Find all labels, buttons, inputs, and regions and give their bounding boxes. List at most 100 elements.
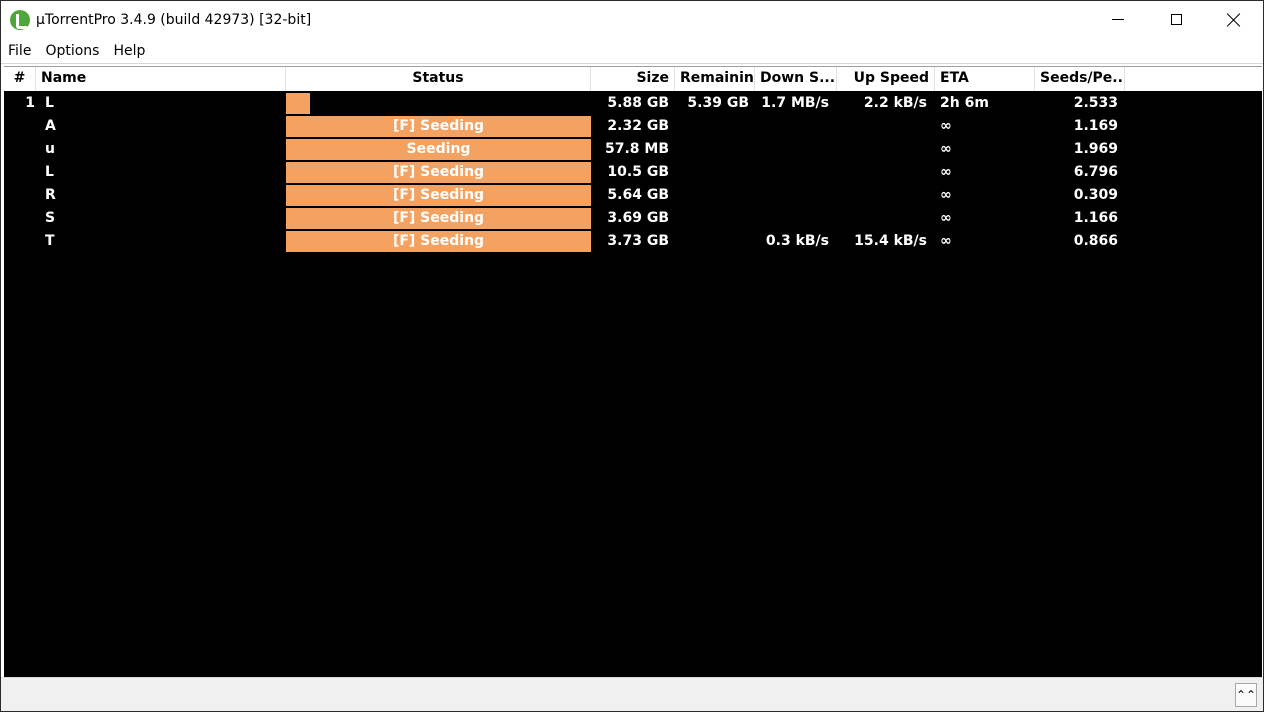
torrent-up-speed: [839, 207, 927, 230]
torrent-status: [F] Seeding: [286, 115, 591, 138]
torrent-down-speed: [757, 207, 829, 230]
torrent-size: 3.69 GB: [607, 210, 669, 226]
app-window: µTorrentPro 3.4.9 (build 42973) [32-bit]…: [0, 0, 1264, 712]
torrent-down-speed: [757, 115, 829, 138]
torrent-up-speed: 2.2 kB/s: [863, 95, 927, 111]
torrent-name: u: [45, 141, 55, 157]
row-number: [4, 230, 35, 253]
torrent-up-speed: [839, 115, 927, 138]
torrent-name: R: [45, 187, 56, 203]
window-controls: [1089, 1, 1263, 38]
column-header-down-speed[interactable]: Down S...: [755, 67, 837, 91]
torrent-status: [F] Seeding: [286, 161, 591, 184]
torrent-name: T: [45, 233, 55, 249]
torrent-down-speed: [757, 161, 829, 184]
torrent-eta: 2h 6m: [940, 95, 989, 111]
utorrent-logo-icon: [10, 9, 30, 30]
menu-help[interactable]: Help: [106, 38, 152, 64]
torrent-size: 57.8 MB: [604, 141, 669, 157]
torrent-name: A: [45, 118, 56, 134]
minimize-icon: [1112, 19, 1124, 20]
torrent-eta: ∞: [940, 118, 952, 134]
torrent-status: [286, 92, 591, 115]
torrent-seeds-peers: 0.866: [1073, 233, 1118, 249]
torrent-list[interactable]: 1 L 5.88 GB 5.39 GB 1.7 MB/s 2.2 kB/s 2h 6m 2.5…: [4, 91, 1262, 677]
double-chevron-up-icon: ⌃⌃: [1235, 688, 1257, 702]
torrent-seeds-peers: 6.796: [1073, 164, 1118, 180]
torrent-eta: ∞: [940, 141, 952, 157]
torrent-eta: ∞: [940, 210, 952, 226]
status-text: [F] Seeding: [392, 187, 485, 203]
status-text: Seeding: [406, 141, 471, 157]
close-icon: [1227, 13, 1241, 27]
row-number: 1: [25, 95, 35, 111]
column-header-name[interactable]: Name: [36, 67, 286, 91]
torrent-remaining: [677, 161, 749, 184]
torrent-name: L: [45, 95, 54, 111]
row-number: [4, 207, 35, 230]
torrent-seeds-peers: 1.169: [1073, 118, 1118, 134]
torrent-size: 2.32 GB: [607, 118, 669, 134]
torrent-seeds-peers: 1.166: [1073, 210, 1118, 226]
torrent-remaining: [677, 115, 749, 138]
torrent-status: Seeding: [286, 138, 591, 161]
torrent-size: 3.73 GB: [607, 233, 669, 249]
torrent-row[interactable]: R 5.64 GB ∞ 0.309 [F] Seeding: [4, 184, 1262, 207]
title-bar[interactable]: µTorrentPro 3.4.9 (build 42973) [32-bit]: [1, 1, 1263, 38]
torrent-up-speed: [839, 184, 927, 207]
torrent-row[interactable]: u 57.8 MB ∞ 1.969 Seeding: [4, 138, 1262, 161]
row-number: [4, 184, 35, 207]
maximize-button[interactable]: [1147, 1, 1205, 38]
torrent-status: [F] Seeding: [286, 184, 591, 207]
torrent-row[interactable]: A 2.32 GB ∞ 1.169 [F] Seeding: [4, 115, 1262, 138]
row-number: [4, 138, 35, 161]
maximize-icon: [1170, 14, 1182, 25]
torrent-name: S: [45, 210, 56, 226]
torrent-up-speed: [839, 161, 927, 184]
column-header-filler: [1125, 67, 1262, 91]
torrent-down-speed: 0.3 kB/s: [765, 233, 829, 249]
column-header-size[interactable]: Size: [591, 67, 675, 91]
window-title: µTorrentPro 3.4.9 (build 42973) [32-bit]: [36, 11, 312, 28]
expand-panel-button[interactable]: ⌃⌃: [1235, 683, 1257, 707]
torrent-seeds-peers: 1.969: [1073, 141, 1118, 157]
column-header-eta[interactable]: ETA: [935, 67, 1035, 91]
torrent-status: [F] Seeding: [286, 207, 591, 230]
torrent-down-speed: [757, 138, 829, 161]
torrent-remaining: [677, 138, 749, 161]
progress-bar-fill: [286, 93, 311, 114]
menu-file[interactable]: File: [1, 38, 38, 64]
torrent-row[interactable]: S 3.69 GB ∞ 1.166 [F] Seeding: [4, 207, 1262, 230]
torrent-eta: ∞: [940, 164, 952, 180]
torrent-size: 5.64 GB: [607, 187, 669, 203]
column-header-status[interactable]: Status: [286, 67, 591, 91]
torrent-down-speed: [757, 184, 829, 207]
status-text: [F] Seeding: [392, 233, 485, 249]
torrent-remaining: [677, 207, 749, 230]
status-text: [F] Seeding: [392, 118, 485, 134]
menu-options[interactable]: Options: [38, 38, 106, 64]
torrent-up-speed: 15.4 kB/s: [854, 233, 927, 249]
torrent-seeds-peers: 2.533: [1073, 95, 1118, 111]
torrent-eta: ∞: [940, 233, 952, 249]
torrent-remaining: [677, 184, 749, 207]
torrent-row[interactable]: L 10.5 GB ∞ 6.796 [F] Seeding: [4, 161, 1262, 184]
torrent-row[interactable]: 1 L 5.88 GB 5.39 GB 1.7 MB/s 2.2 kB/s 2h 6m 2.5…: [4, 92, 1262, 115]
status-text: [F] Seeding: [392, 210, 485, 226]
column-header-number[interactable]: #: [4, 67, 36, 91]
minimize-button[interactable]: [1089, 1, 1147, 38]
torrent-size: 5.88 GB: [607, 95, 669, 111]
row-number: [4, 161, 35, 184]
column-header-seeds-peers[interactable]: Seeds/Pe...: [1035, 67, 1125, 91]
column-header-remaining[interactable]: Remaining: [675, 67, 755, 91]
torrent-remaining: [677, 230, 749, 253]
torrent-list-header: # Name Status Size Remaining Down S... U…: [4, 66, 1262, 91]
torrent-remaining: 5.39 GB: [687, 95, 749, 111]
close-button[interactable]: [1205, 1, 1263, 38]
row-number: [4, 115, 35, 138]
torrent-row[interactable]: T 3.73 GB 0.3 kB/s 15.4 kB/s ∞ 0.866 [F] Seedi…: [4, 230, 1262, 253]
torrent-seeds-peers: 0.309: [1073, 187, 1118, 203]
status-text: [F] Seeding: [392, 164, 485, 180]
torrent-up-speed: [839, 138, 927, 161]
column-header-up-speed[interactable]: Up Speed: [837, 67, 935, 91]
